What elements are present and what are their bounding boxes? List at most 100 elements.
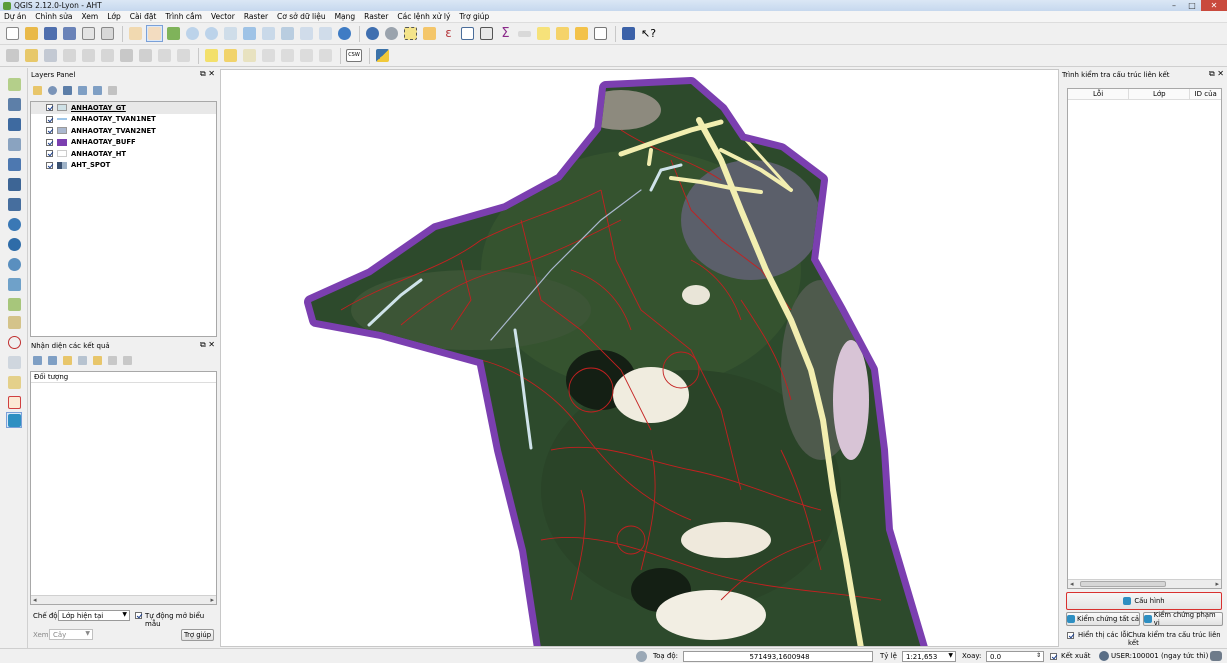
map-tips-button[interactable] <box>535 25 552 42</box>
zoom-out-button[interactable] <box>203 25 220 42</box>
auto-open-checkbox[interactable] <box>135 612 142 619</box>
open-project-button[interactable] <box>23 25 40 42</box>
save-edits-button[interactable] <box>42 47 59 64</box>
add-db2-layer-button[interactable] <box>6 196 22 212</box>
menu-raster-2[interactable]: Raster <box>364 12 388 21</box>
menu-processing[interactable]: Các lệnh xử lý <box>397 12 450 21</box>
layer-visibility-checkbox[interactable] <box>46 104 53 112</box>
zoom-full-button[interactable] <box>241 25 258 42</box>
print-icon[interactable] <box>108 355 117 365</box>
menu-web[interactable]: Mạng <box>335 12 356 21</box>
menu-view[interactable]: Xem <box>82 12 99 21</box>
python-console-button[interactable] <box>374 47 391 64</box>
new-spatialite-button[interactable] <box>6 314 22 330</box>
label-highlight-button[interactable] <box>241 47 258 64</box>
help-contents-button[interactable] <box>620 25 637 42</box>
gps-button[interactable] <box>6 334 22 350</box>
statistics-button[interactable]: Σ <box>497 25 514 42</box>
menu-database[interactable]: Cơ sở dữ liệu <box>277 12 326 21</box>
add-oracle-layer-button[interactable] <box>6 176 22 192</box>
menu-plugins[interactable]: Trình cắm <box>165 12 202 21</box>
layer-visibility-checkbox[interactable] <box>46 138 53 146</box>
add-group-icon[interactable] <box>33 85 42 95</box>
validate-all-button[interactable]: Kiểm chứng tất cả <box>1066 612 1140 626</box>
zoom-last-button[interactable] <box>298 25 315 42</box>
scale-select[interactable]: 1:21,653 ▼ <box>902 651 956 662</box>
render-checkbox[interactable] <box>1050 653 1057 660</box>
add-postgis-layer-button[interactable] <box>6 116 22 132</box>
label-pin-button[interactable] <box>222 47 239 64</box>
horizontal-scrollbar[interactable]: ◂ ▸ <box>1068 579 1221 588</box>
layer-item[interactable]: ANHAOTAY_HT <box>31 148 216 160</box>
spin-arrows-icon[interactable]: ⇕ <box>1036 652 1041 659</box>
current-edits-button[interactable] <box>4 47 21 64</box>
show-errors-checkbox[interactable] <box>1067 632 1074 639</box>
help-button[interactable]: Trợ giúp <box>181 629 214 641</box>
zoom-layer-button[interactable] <box>279 25 296 42</box>
remove-layer-icon[interactable] <box>108 85 117 95</box>
copy-feature-icon[interactable] <box>93 355 102 365</box>
save-project-button[interactable] <box>42 25 59 42</box>
mode-select[interactable]: Lớp hiện tại ▼ <box>58 610 130 621</box>
menu-vector[interactable]: Vector <box>211 12 235 21</box>
scroll-left-icon[interactable]: ◂ <box>1070 580 1074 588</box>
csw-button[interactable]: CSW <box>345 47 363 64</box>
menu-project[interactable]: Dự án <box>4 12 26 21</box>
composer-manager-button[interactable] <box>99 25 116 42</box>
map-canvas[interactable] <box>220 69 1059 647</box>
column-id[interactable]: ID của <box>1190 89 1221 99</box>
horizontal-scrollbar[interactable]: ◂ ▸ <box>31 595 216 604</box>
maximize-button[interactable]: □ <box>1183 0 1201 11</box>
collapse-tree-icon[interactable] <box>48 355 57 365</box>
scroll-left-icon[interactable]: ◂ <box>33 596 37 604</box>
copy-features-button[interactable] <box>156 47 173 64</box>
configure-button[interactable]: Cấu hình <box>1066 592 1222 610</box>
messages-icon[interactable] <box>1210 651 1222 661</box>
crs-status[interactable]: USER:100001 (ngay tức thì) <box>1111 652 1208 660</box>
coordinate-capture-button[interactable] <box>6 374 22 390</box>
menu-raster[interactable]: Raster <box>244 12 268 21</box>
label-show-hide-button[interactable] <box>317 47 334 64</box>
measure-button[interactable] <box>516 25 533 42</box>
expand-all-icon[interactable] <box>78 85 87 95</box>
deselect-button[interactable] <box>421 25 438 42</box>
save-as-button[interactable] <box>61 25 78 42</box>
run-action-button[interactable] <box>383 25 400 42</box>
zoom-selection-button[interactable] <box>260 25 277 42</box>
touch-zoom-button[interactable] <box>127 25 144 42</box>
zoom-next-button[interactable] <box>317 25 334 42</box>
georeferencer-button[interactable] <box>6 354 22 370</box>
new-project-button[interactable] <box>4 25 21 42</box>
paste-features-button[interactable] <box>175 47 192 64</box>
move-feature-button[interactable] <box>80 47 97 64</box>
new-shapefile-button[interactable] <box>6 296 22 312</box>
menu-settings[interactable]: Cài đặt <box>130 12 157 21</box>
delete-selected-button[interactable] <box>118 47 135 64</box>
layer-labeling-button[interactable] <box>203 47 220 64</box>
show-bookmarks-button[interactable] <box>573 25 590 42</box>
text-annotation-button[interactable] <box>592 25 609 42</box>
coordinate-field[interactable]: 571493,1600948 <box>683 651 873 662</box>
layer-item[interactable]: ANHAOTAY_TVAN2NET <box>31 125 216 137</box>
new-bookmark-button[interactable] <box>554 25 571 42</box>
visibility-eye-icon[interactable] <box>48 85 57 95</box>
collapse-all-icon[interactable] <box>93 85 102 95</box>
add-wms-layer-button[interactable] <box>6 216 22 232</box>
add-wfs-layer-button[interactable] <box>6 256 22 272</box>
panel-float-close-icon[interactable]: ⧉ ✕ <box>200 69 215 79</box>
zoom-native-button[interactable] <box>222 25 239 42</box>
layer-visibility-checkbox[interactable] <box>46 115 53 123</box>
layer-item[interactable]: ANHAOTAY_TVAN1NET <box>31 114 216 126</box>
menu-edit[interactable]: Chỉnh sửa <box>35 12 72 21</box>
panel-float-close-icon[interactable]: ⧉ ✕ <box>1209 69 1224 79</box>
layer-item[interactable]: ANHAOTAY_BUFF <box>31 137 216 149</box>
label-rotate-button[interactable] <box>279 47 296 64</box>
zoom-in-button[interactable] <box>184 25 201 42</box>
expand-new-icon[interactable] <box>63 355 72 365</box>
whats-this-button[interactable]: ↖? <box>639 25 656 42</box>
minimize-button[interactable]: – <box>1165 0 1183 11</box>
expression-select-button[interactable]: ε <box>440 25 457 42</box>
rotation-spinbox[interactable]: 0.0 ⇕ <box>986 651 1044 662</box>
pan-button[interactable] <box>146 25 163 42</box>
scrollbar-thumb[interactable] <box>1080 581 1166 587</box>
